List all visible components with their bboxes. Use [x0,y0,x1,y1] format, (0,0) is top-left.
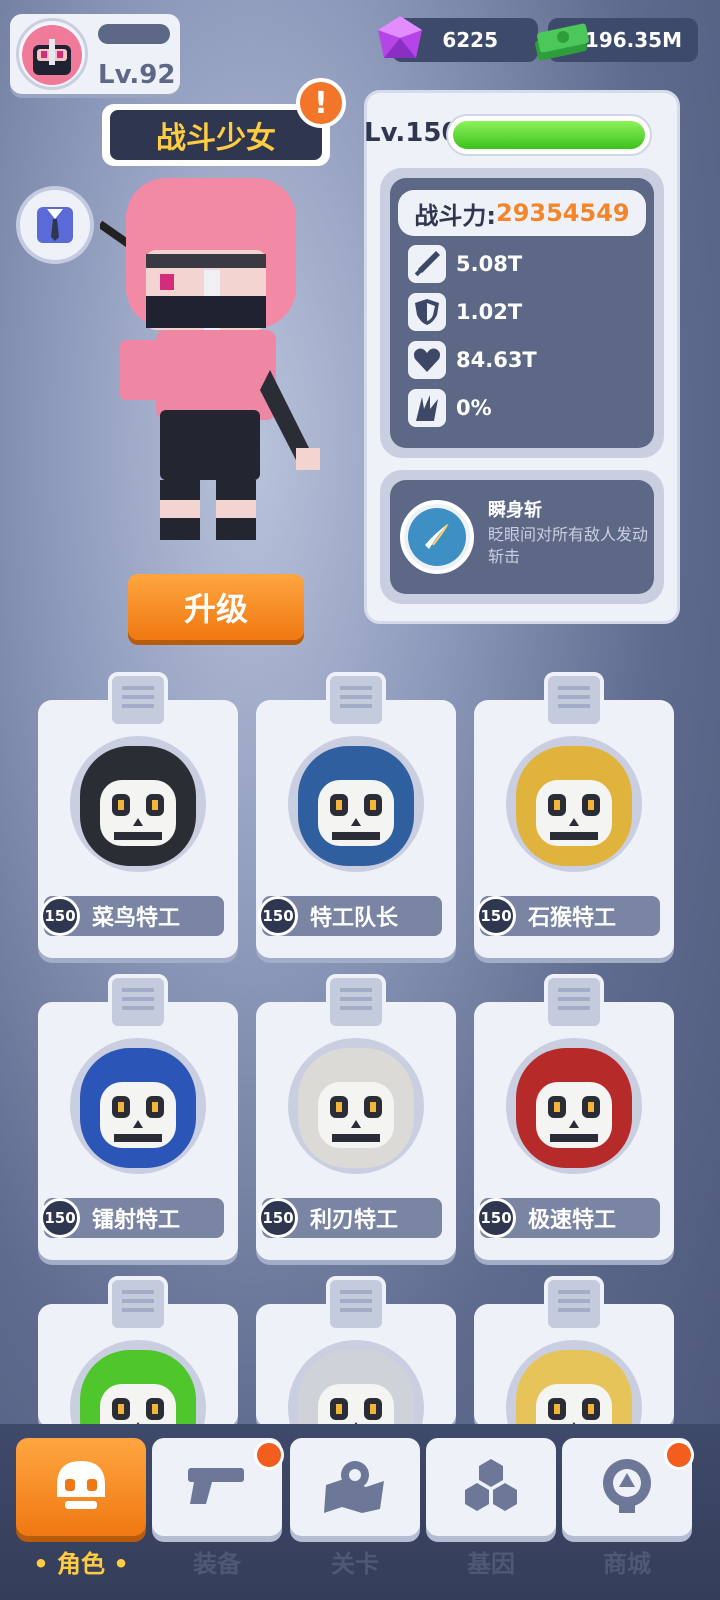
card-clip [544,672,604,728]
nav-tab-4[interactable] [426,1438,556,1536]
agent-card[interactable]: 150 菜鸟特工 [38,672,238,958]
skill-description: 眨眼间对所有敌人发动斩击 [488,525,649,566]
agent-card[interactable] [38,1276,238,1476]
agent-card[interactable] [474,1276,674,1476]
card-clip [544,974,604,1030]
stat-defense: 1.02T [408,292,522,332]
ninja-avatar-icon [22,25,82,85]
nav-tab-label: 装备 [193,1550,241,1578]
shield-icon [408,293,446,331]
agent-portrait [70,736,206,872]
agent-card[interactable]: 150 极速特工 [474,974,674,1260]
nav-tab-1[interactable] [16,1438,146,1536]
map-pin-icon [320,1455,390,1519]
heart-icon [408,341,446,379]
nav-tab-label: • 角色 • [33,1550,129,1578]
player-level: Lv.92 [98,60,176,90]
blade-dash-icon [425,523,449,549]
player-avatar[interactable] [16,18,88,90]
level-progress-fill [453,121,645,149]
agent-portrait [288,736,424,872]
stat-crit: 0% [408,388,492,428]
gem-icon [378,16,422,58]
agent-level-badge: 150 [258,896,298,936]
card-clip [326,974,386,1030]
agent-name: 极速特工 [528,1208,617,1233]
stat-crit-value: 0% [456,396,492,420]
stat-health: 84.63T [408,340,537,380]
upgrade-button[interactable]: 升级 [128,574,304,640]
agent-level-badge: 150 [476,896,516,936]
skull-agent-icon [298,1048,414,1168]
skull-agent-icon [516,746,632,866]
card-clip [108,1276,168,1332]
notification-dot [664,1440,694,1470]
skill-name: 瞬身斩 [488,500,542,521]
agent-portrait [288,1038,424,1174]
stat-health-value: 84.63T [456,348,537,372]
card-clip [108,974,168,1030]
notification-dot [254,1440,284,1470]
nav-tab-3[interactable] [290,1438,420,1536]
hexagons-icon [456,1457,526,1517]
agent-card[interactable]: 150 镭射特工 [38,974,238,1260]
sword-icon [408,245,446,283]
hero-name: 战斗少女 [110,110,322,160]
skull-agent-icon [80,746,196,866]
agent-name: 利刃特工 [310,1208,399,1233]
power-label: 战斗力: [414,201,496,230]
agent-level-badge: 150 [40,1198,80,1238]
skull-agent-icon [80,1048,196,1168]
agent-portrait [70,1038,206,1174]
skull-agent-icon [516,1048,632,1168]
player-card[interactable]: Lv.92 [10,14,180,94]
cash-value: 196.35M [584,28,682,52]
card-clip [326,1276,386,1332]
agent-card[interactable]: 150 特工队长 [256,672,456,958]
agent-portrait [506,736,642,872]
card-clip [108,672,168,728]
nav-tab-label: 关卡 [331,1550,379,1578]
skull-icon [49,1457,113,1517]
agent-name: 菜鸟特工 [92,906,181,931]
agent-card[interactable] [256,1276,456,1476]
skull-agent-icon [298,746,414,866]
hero-figure [100,178,320,540]
agent-card[interactable]: 150 利刃特工 [256,974,456,1260]
agent-name: 镭射特工 [92,1208,181,1233]
shirt-tie-icon [37,207,73,243]
shop-icon [595,1455,659,1519]
card-clip [544,1276,604,1332]
alert-icon[interactable]: ! [296,78,346,128]
agent-level-badge: 150 [258,1198,298,1238]
gun-icon [182,1460,252,1514]
agent-portrait [506,1038,642,1174]
agent-level-badge: 150 [40,896,80,936]
card-clip [326,672,386,728]
level-progress-bar [446,114,652,156]
stat-attack: 5.08T [408,244,522,284]
gems-value: 6225 [442,28,498,52]
nav-tab-label: 商城 [603,1550,651,1578]
cash-stack-icon [535,23,589,61]
nav-tab-label: 基因 [467,1550,515,1578]
agent-name: 特工队长 [310,906,399,931]
stat-defense-value: 1.02T [456,300,523,324]
agent-name: 石猴特工 [528,906,617,931]
hero-name-plate: 战斗少女 [102,104,330,166]
agent-card[interactable]: 150 石猴特工 [474,672,674,958]
outfit-button[interactable] [16,186,94,264]
power-display: 战斗力: 29354549 [398,190,646,236]
agent-level-badge: 150 [476,1198,516,1238]
player-name-bar [98,24,170,44]
crit-claw-icon [408,389,446,427]
skill-icon[interactable] [400,500,474,574]
stat-attack-value: 5.08T [456,252,523,276]
power-value: 29354549 [496,199,630,227]
